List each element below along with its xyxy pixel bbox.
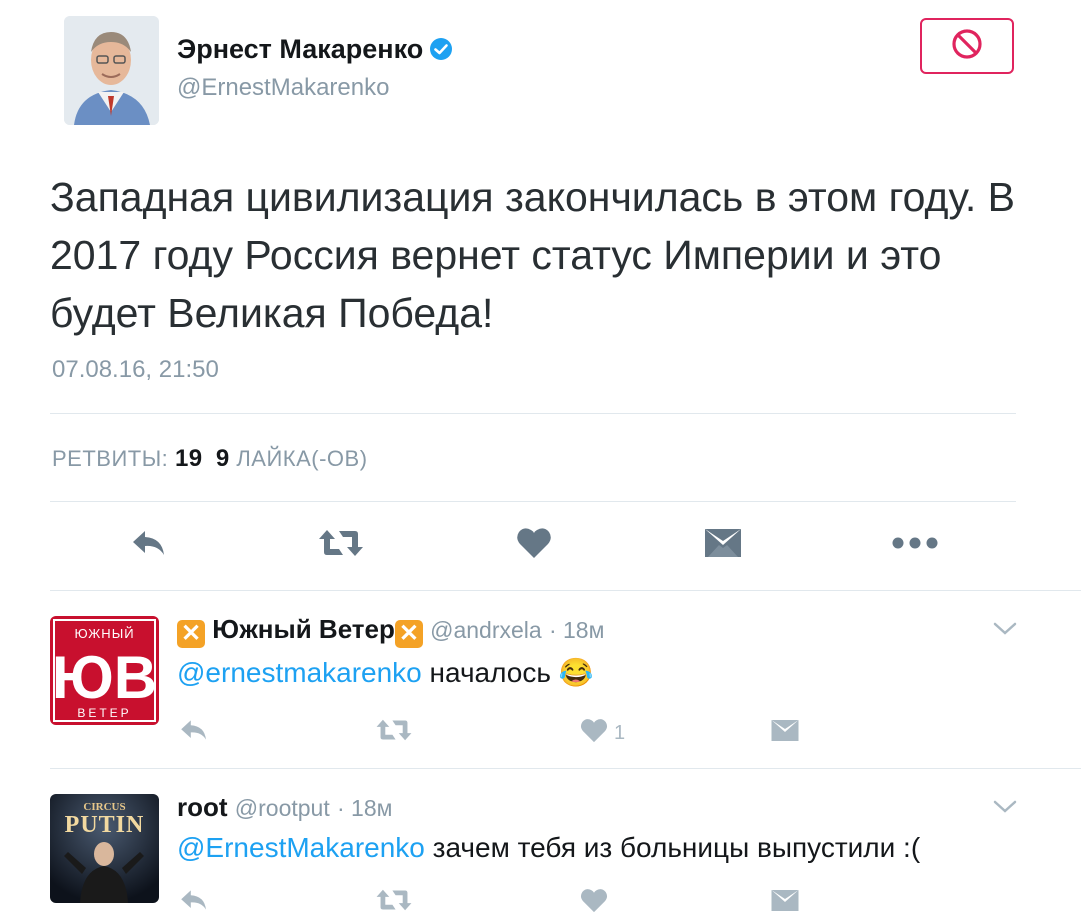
heart-icon: [580, 718, 608, 749]
reply-avatar[interactable]: ЮЖНЫЙ ЮВ ВЕТЕР: [50, 616, 159, 725]
tweet-stats: РЕТВИТЫ: 19 9 ЛАЙКА(-ОВ): [52, 445, 368, 473]
reply-icon: [178, 888, 210, 918]
more-icon: [892, 536, 938, 554]
reply-menu-button[interactable]: [990, 618, 1020, 644]
reply-header: ✕ Южный Ветер ✕ @andrxela · 18м: [177, 614, 604, 648]
reply-avatar[interactable]: CIRCUS PUTIN: [50, 794, 159, 903]
chevron-down-icon: [992, 799, 1018, 820]
reply-handle[interactable]: @rootput: [235, 795, 330, 821]
reply-like-count: 1: [614, 722, 626, 744]
reply-avatar-main-text: ЮВ: [52, 644, 157, 711]
author-name-text: Эрнест Макаренко: [177, 34, 424, 64]
retweet-icon: [375, 718, 413, 748]
reply-menu-button[interactable]: [990, 796, 1020, 822]
divider: [50, 501, 1016, 502]
direct-message-button[interactable]: [701, 525, 745, 565]
divider: [50, 590, 1081, 591]
reply-like-button[interactable]: 1: [580, 718, 625, 749]
reply-display-name[interactable]: root: [177, 792, 228, 822]
more-button[interactable]: [890, 525, 940, 565]
author-avatar[interactable]: [64, 16, 159, 125]
reply-time[interactable]: · 18м: [549, 617, 604, 643]
tweet-text: Западная цивилизация закончилась в этом …: [50, 174, 1015, 336]
verified-badge-icon: [429, 37, 453, 61]
reply-time[interactable]: · 18м: [337, 795, 392, 821]
dm-icon: [770, 718, 800, 749]
author-handle[interactable]: @ErnestMakarenko: [177, 74, 389, 102]
reply-text: @ernestmakarenko началось 😂: [177, 656, 594, 689]
retweets-count[interactable]: 19: [175, 445, 203, 472]
reply-reply-button[interactable]: [178, 718, 210, 748]
reply-body: зачем тебя из больницы выпустили :(: [432, 832, 921, 863]
divider: [50, 413, 1016, 414]
retweet-icon: [375, 888, 413, 918]
reply-handle[interactable]: @andrxela: [430, 617, 542, 643]
reply-body: началось: [429, 657, 551, 688]
reply-retweet-button[interactable]: [375, 888, 413, 918]
block-button[interactable]: [920, 18, 1014, 74]
reply-retweet-button[interactable]: [375, 718, 413, 748]
retweets-label[interactable]: РЕТВИТЫ:: [52, 446, 168, 471]
reply-reply-button[interactable]: [178, 888, 210, 918]
cross-mark-icon: ✕: [177, 620, 205, 648]
reply-avatar-main-text: PUTIN: [65, 812, 145, 838]
reply-mention[interactable]: @ErnestMakarenko: [177, 832, 425, 863]
reply-display-name[interactable]: Южный Ветер: [212, 614, 395, 644]
block-icon: [950, 27, 984, 66]
reply-mention[interactable]: @ernestmakarenko: [177, 657, 422, 688]
reply-dm-button[interactable]: [770, 718, 800, 749]
heart-icon: [516, 527, 552, 564]
divider: [50, 768, 1081, 769]
retweet-button[interactable]: [316, 525, 366, 565]
dm-icon: [703, 527, 743, 564]
reply-text: @ErnestMakarenko зачем тебя из больницы …: [177, 832, 920, 864]
reply-like-button[interactable]: [580, 888, 608, 919]
likes-label[interactable]: ЛАЙКА(-ОВ): [236, 446, 367, 471]
author-display-name[interactable]: Эрнест Макаренко: [177, 34, 453, 65]
heart-icon: [580, 888, 608, 919]
tweet-timestamp[interactable]: 07.08.16, 21:50: [52, 356, 219, 384]
reply-avatar-top-text: ЮЖНЫЙ: [74, 626, 134, 641]
retweet-icon: [317, 528, 365, 563]
reply-dm-button[interactable]: [770, 888, 800, 919]
like-button[interactable]: [512, 525, 556, 565]
tears-of-joy-emoji: 😂: [558, 657, 594, 688]
reply-header: root @rootput · 18м: [177, 792, 392, 823]
chevron-down-icon: [992, 621, 1018, 642]
dm-icon: [770, 888, 800, 919]
likes-count[interactable]: 9: [216, 445, 230, 472]
reply-avatar-bottom-text: ВЕТЕР: [77, 706, 131, 720]
reply-button[interactable]: [127, 525, 171, 565]
cross-mark-icon: ✕: [394, 620, 423, 648]
reply-icon: [178, 718, 210, 748]
reply-icon: [130, 528, 168, 563]
